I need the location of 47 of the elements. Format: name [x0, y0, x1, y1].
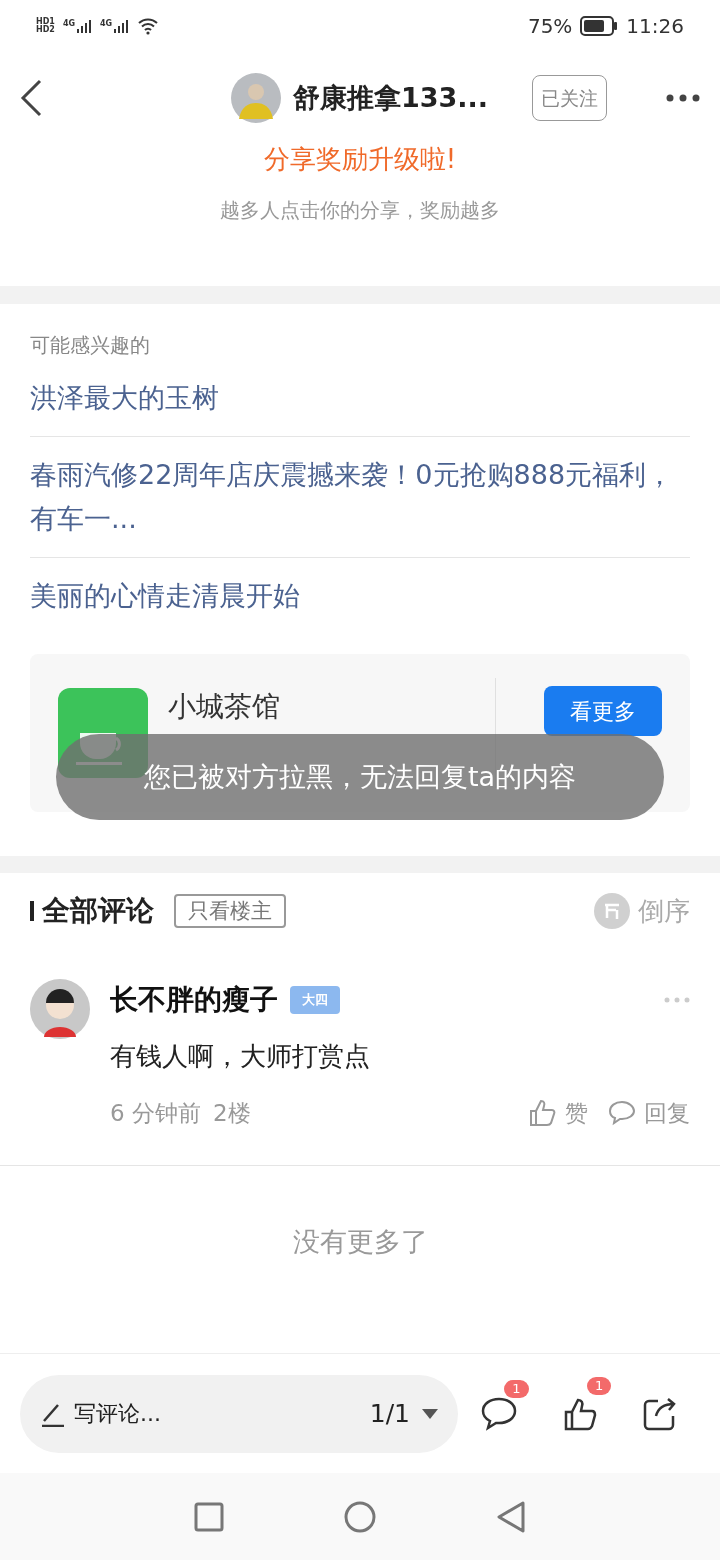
share-icon[interactable]: [641, 1395, 678, 1432]
avatar: [230, 73, 281, 123]
page-indicator[interactable]: 1/1: [369, 1394, 410, 1433]
follow-button[interactable]: 已关注: [532, 75, 608, 121]
comment-count-badge: 1: [504, 1379, 529, 1398]
wifi-icon: [137, 17, 160, 35]
author-name[interactable]: 舒康推拿133...: [292, 77, 489, 119]
back-icon[interactable]: [20, 79, 42, 117]
comments-title: 全部评论: [42, 893, 154, 929]
group-name: 小城茶馆: [168, 689, 281, 725]
comment-icon[interactable]: [480, 1395, 519, 1432]
comment-input[interactable]: 写评论...: [74, 1397, 370, 1430]
like-count-badge: 1: [587, 1376, 612, 1395]
comment-field[interactable]: 写评论... 1/1: [20, 1374, 458, 1453]
end-of-list-text: 没有更多了: [292, 1225, 428, 1259]
sim-label: HD2: [36, 26, 55, 34]
recommendation-link[interactable]: 美丽的心情走清晨开始: [30, 558, 690, 634]
author-only-button[interactable]: 只看楼主: [174, 894, 286, 928]
thumbs-up-icon[interactable]: [529, 1099, 557, 1128]
home-icon[interactable]: [344, 1500, 376, 1533]
comment-text: 有钱人啊，大师打赏点: [110, 1040, 371, 1073]
thumbs-up-icon[interactable]: [563, 1396, 597, 1431]
toast: 您已被对方拉黑，无法回复ta的内容: [56, 734, 664, 820]
floor-number: 2楼: [212, 1099, 251, 1128]
signal-icon: [76, 18, 93, 34]
grade-tag: 大四: [290, 986, 340, 1014]
back-icon[interactable]: [496, 1500, 526, 1533]
recommendation-link[interactable]: 春雨汽修22周年店庆震撼来袭！0元抢购888元福利，有车一...: [30, 437, 690, 558]
network-label: 4G: [100, 18, 113, 30]
battery-icon: [580, 16, 619, 36]
network-label: 4G: [62, 18, 76, 30]
more-icon[interactable]: [666, 93, 700, 103]
recent-apps-icon[interactable]: [194, 1501, 224, 1532]
section-title: 可能感兴趣的: [30, 332, 151, 359]
speech-bubble-icon[interactable]: [608, 1100, 636, 1127]
commenter-name[interactable]: 长不胖的瘦子: [110, 979, 278, 1021]
comment-time: 6 分钟前: [110, 1099, 201, 1128]
promo-title: 分享奖励升级啦!: [263, 143, 457, 176]
clock: 11:26: [626, 13, 684, 40]
see-more-button[interactable]: 看更多: [544, 686, 662, 736]
sim-label: HD1: [36, 18, 55, 26]
caret-icon[interactable]: [422, 1408, 438, 1419]
user-avatar: [30, 979, 90, 1039]
signal-icon: [113, 18, 130, 34]
battery-percent: 75%: [527, 13, 573, 40]
promo-subtitle: 越多人点击你的分享，奖励越多: [220, 197, 500, 224]
recommendation-link[interactable]: 洪泽最大的玉树: [30, 360, 690, 437]
